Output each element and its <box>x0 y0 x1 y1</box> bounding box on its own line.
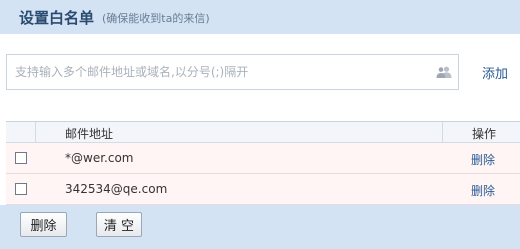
table-header: 邮件地址 操作 <box>6 121 520 143</box>
column-header-action: 操作 <box>472 127 497 141</box>
row-email: *@wer.com <box>65 151 134 165</box>
row-delete-link[interactable]: 删除 <box>471 182 495 199</box>
header-bar: 设置白名单 (确保能收到ta的来信) <box>0 0 520 34</box>
column-header-email: 邮件地址 <box>65 127 114 141</box>
clear-button[interactable]: 清 空 <box>96 212 142 237</box>
whitelist-table: 邮件地址 操作 *@wer.com 删除 342534@qe.com 删除 <box>6 121 520 205</box>
whitelist-input-box <box>6 54 459 90</box>
delete-button[interactable]: 删除 <box>20 212 67 237</box>
row-checkbox[interactable] <box>15 152 27 164</box>
table-row: 342534@qe.com 删除 <box>6 174 520 205</box>
contacts-icon[interactable] <box>430 57 458 87</box>
column-divider <box>35 122 36 143</box>
whitelist-address-input[interactable] <box>15 57 430 87</box>
footer-bar: 删除 清 空 <box>0 205 520 249</box>
page-title: 设置白名单 <box>19 8 95 27</box>
table-row: *@wer.com 删除 <box>6 143 520 174</box>
add-button[interactable]: 添加 <box>482 63 508 82</box>
row-delete-link[interactable]: 删除 <box>471 151 495 168</box>
row-email: 342534@qe.com <box>65 182 168 196</box>
row-checkbox[interactable] <box>15 183 27 195</box>
column-divider <box>442 122 443 143</box>
page-subtitle: (确保能收到ta的来信) <box>102 12 210 25</box>
